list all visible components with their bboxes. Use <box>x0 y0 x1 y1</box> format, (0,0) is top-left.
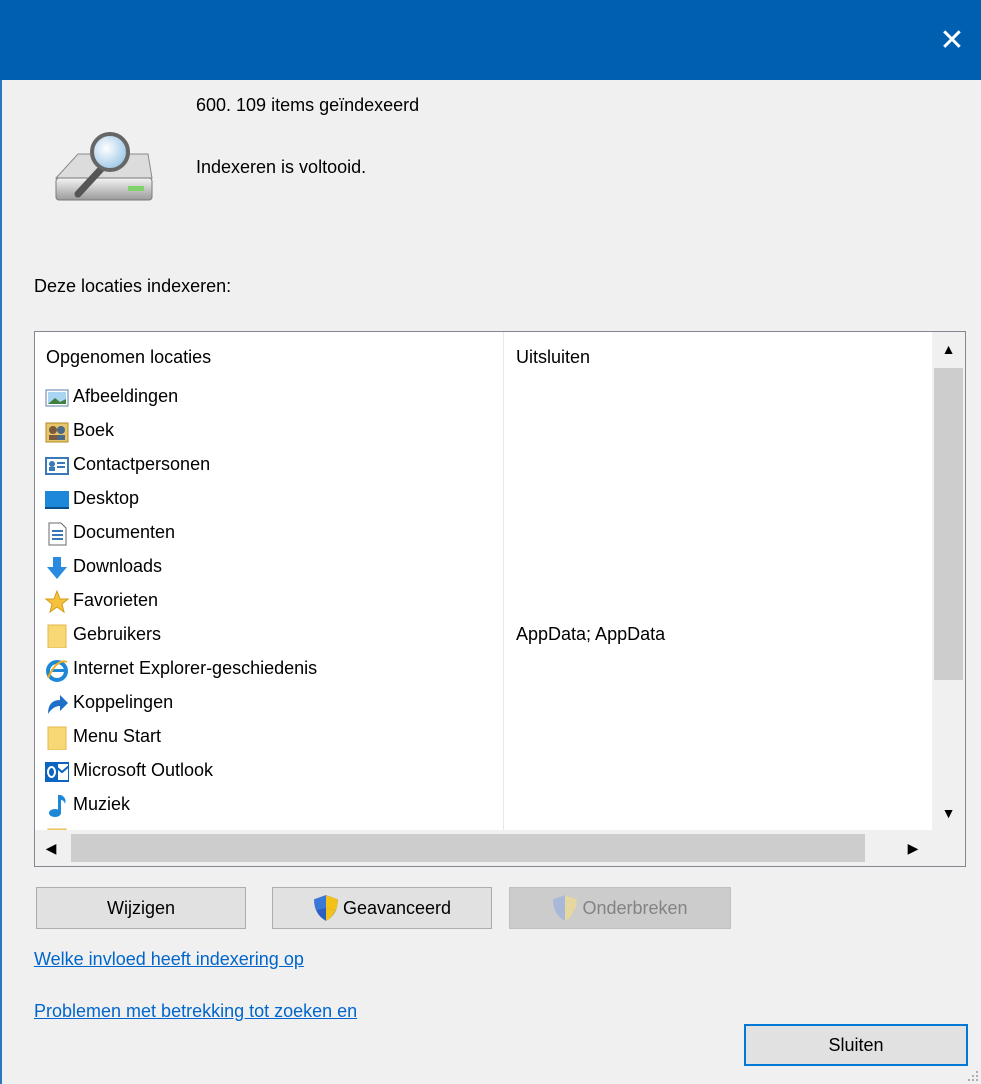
list-item-label: Boek <box>73 420 115 440</box>
list-item[interactable]: Microsoft Outlook <box>35 756 930 790</box>
chevron-right-icon: ▶ <box>907 839 919 856</box>
documents-icon <box>48 522 67 546</box>
modify-button-label: Wijzigen <box>106 897 176 918</box>
resize-grip-icon[interactable] <box>965 1068 979 1082</box>
list-item[interactable]: Afbeeldingen <box>35 382 930 416</box>
list-item-label: Muziek <box>73 794 131 814</box>
contacts-icon <box>45 457 69 475</box>
indexing-drive-icon <box>54 132 153 201</box>
folder-icon <box>47 624 67 648</box>
folder-icon <box>47 726 67 750</box>
close-button[interactable]: Sluiten <box>744 1024 968 1066</box>
locations-list[interactable]: Opgenomen locaties Uitsluiten Afbeelding… <box>34 331 966 867</box>
uac-shield-icon <box>314 895 338 921</box>
pause-button-label: Onderbreken <box>582 897 688 918</box>
indexing-status: Indexeren is voltooid. <box>196 157 367 177</box>
close-window-button[interactable]: ✕ <box>923 0 981 80</box>
window-border <box>0 80 2 1084</box>
list-item[interactable]: Contactpersonen <box>35 450 930 484</box>
list-item-label: Koppelingen <box>73 692 174 712</box>
list-item[interactable]: Desktop <box>35 484 930 518</box>
list-item[interactable]: Boek <box>35 416 930 450</box>
scroll-up-button[interactable]: ▲ <box>932 332 965 366</box>
list-item-label: Afbeeldingen <box>73 386 179 406</box>
list-item[interactable]: Internet Explorer-geschiedenis <box>35 654 930 688</box>
list-item[interactable]: Muziek <box>35 790 930 824</box>
list-item[interactable]: Koppelingen <box>35 688 930 722</box>
title-bar: ✕ <box>0 0 981 80</box>
modify-button[interactable]: Wijzigen <box>36 887 246 929</box>
list-item-label: Contactpersonen <box>73 454 211 474</box>
scroll-left-button[interactable]: ◀ <box>35 830 67 866</box>
locations-rows: Afbeeldingen Boek Contactpersonen Deskto… <box>35 382 930 858</box>
uac-shield-icon <box>553 895 578 921</box>
book-icon <box>45 422 69 443</box>
locations-label: Deze locaties indexeren: <box>34 276 232 296</box>
list-item[interactable]: Gebruikers AppData; AppData <box>35 620 930 654</box>
list-item-exclude: AppData; AppData <box>516 624 666 644</box>
vertical-scroll-thumb[interactable] <box>934 368 963 680</box>
list-item[interactable]: Favorieten <box>35 586 930 620</box>
horizontal-scroll-thumb[interactable] <box>71 834 865 862</box>
list-item-label: Menu Start <box>73 726 162 746</box>
search-troubleshoot-link[interactable]: Problemen met betrekking tot zoeken en <box>34 1001 357 1022</box>
pictures-icon <box>45 389 69 407</box>
list-item-label: Gebruikers <box>73 624 162 644</box>
vertical-scrollbar[interactable]: ▲ ▼ <box>932 332 965 830</box>
list-item[interactable]: Menu Start <box>35 722 930 756</box>
links-icon <box>48 695 68 714</box>
chevron-down-icon: ▼ <box>941 805 956 821</box>
column-header-included[interactable]: Opgenomen locaties <box>46 347 211 368</box>
advanced-button-label: Geavanceerd <box>342 897 452 918</box>
outlook-icon <box>45 762 69 782</box>
scroll-right-button[interactable]: ▶ <box>897 830 929 866</box>
horizontal-scrollbar[interactable]: ◀ ▶ <box>35 830 965 866</box>
list-item-label: Microsoft Outlook <box>73 760 214 780</box>
indexing-impact-link[interactable]: Welke invloed heeft indexering op <box>34 949 304 970</box>
desktop-icon <box>45 491 69 509</box>
close-button-label: Sluiten <box>828 1034 884 1055</box>
chevron-up-icon: ▲ <box>941 341 956 357</box>
list-item-label: Downloads <box>73 556 163 576</box>
favorites-icon <box>45 590 69 614</box>
list-item[interactable]: Downloads <box>35 552 930 586</box>
list-item-label: Favorieten <box>73 590 159 610</box>
pause-button[interactable]: Onderbreken <box>509 887 731 929</box>
internet-explorer-icon <box>46 660 68 682</box>
indexed-items-count: 600. 109 items geïndexeerd <box>196 95 420 115</box>
close-icon: ✕ <box>939 23 965 57</box>
chevron-left-icon: ◀ <box>45 839 57 856</box>
scroll-down-button[interactable]: ▼ <box>932 796 965 830</box>
music-icon <box>49 795 66 817</box>
list-item[interactable]: Documenten <box>35 518 930 552</box>
list-item-label: Desktop <box>73 488 140 508</box>
list-item-label: Documenten <box>73 522 176 542</box>
scrollbar-corner <box>932 830 965 866</box>
column-header-exclude[interactable]: Uitsluiten <box>516 347 590 368</box>
advanced-button[interactable]: Geavanceerd <box>272 887 492 929</box>
downloads-icon <box>47 557 67 579</box>
list-item-label: Internet Explorer-geschiedenis <box>73 658 318 678</box>
